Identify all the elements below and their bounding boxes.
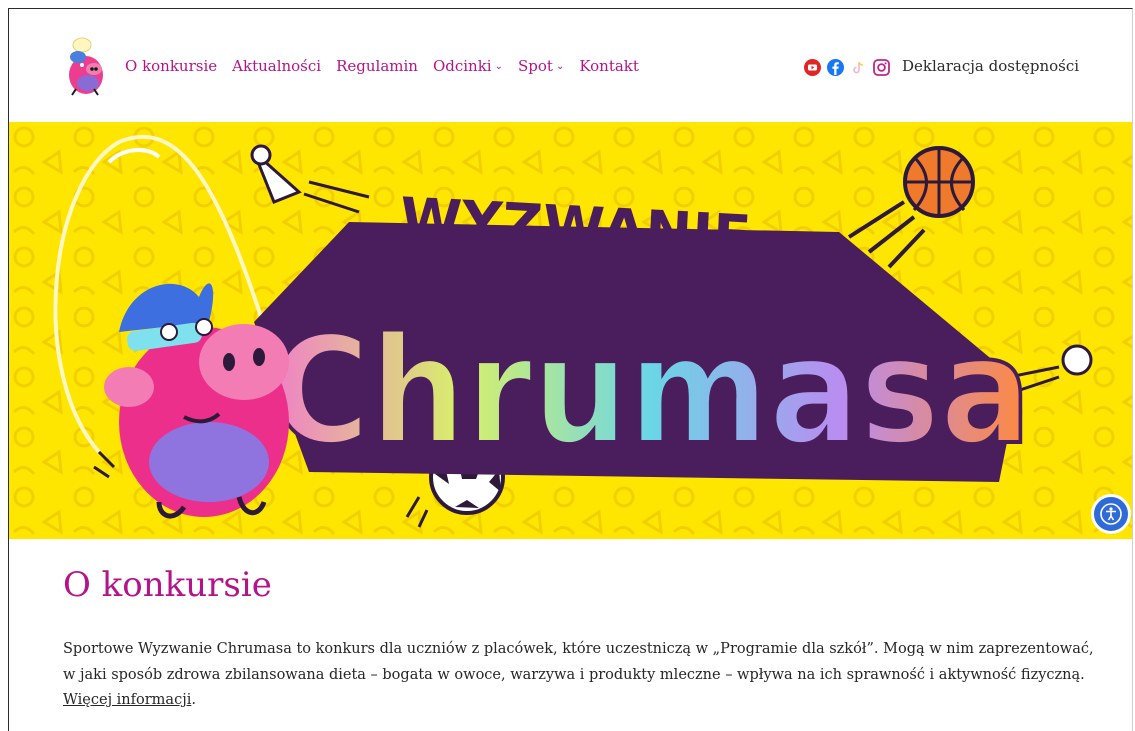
tiktok-icon[interactable] [850,59,867,76]
banner-title-line2: Chrumasa [271,305,1031,477]
site-logo[interactable] [64,35,108,99]
more-info-link[interactable]: Więcej informacji [63,692,191,708]
page-title: O konkursie [63,565,272,605]
intro-paragraph: Sportowe Wyzwanie Chrumasa to konkurs dl… [63,637,1103,714]
accessibility-declaration-link[interactable]: Deklaracja dostępności [902,57,1079,75]
page-frame: O konkursie Aktualności Regulamin Odcink… [8,8,1133,731]
nav-regulamin[interactable]: Regulamin [336,57,418,75]
chevron-down-icon: ⌄ [494,60,503,72]
nav-kontakt[interactable]: Kontakt [579,57,639,75]
hero-illustration: WYZWANIE Chrumasa [9,122,1132,539]
chevron-down-icon: ⌄ [555,60,565,72]
intro-text: Sportowe Wyzwanie Chrumasa to konkurs dl… [63,641,1094,683]
instagram-icon[interactable] [873,59,890,76]
youtube-icon[interactable] [804,59,821,76]
nav-odcinki[interactable]: Odcinki ⌄ [433,57,503,75]
intro-suffix: . [191,692,196,708]
accessibility-icon [1100,503,1122,525]
main-nav: O konkursie Aktualności Regulamin Odcink… [125,57,654,75]
nav-spot[interactable]: Spot ⌄ [518,57,564,75]
site-header: O konkursie Aktualności Regulamin Odcink… [9,9,1132,122]
nav-aktualnosci[interactable]: Aktualności [232,57,321,75]
facebook-icon[interactable] [827,59,844,76]
nav-o-konkursie[interactable]: O konkursie [125,57,217,75]
social-links [804,59,890,76]
accessibility-button[interactable] [1091,494,1131,534]
hero-banner: WYZWANIE Chrumasa [9,122,1132,539]
